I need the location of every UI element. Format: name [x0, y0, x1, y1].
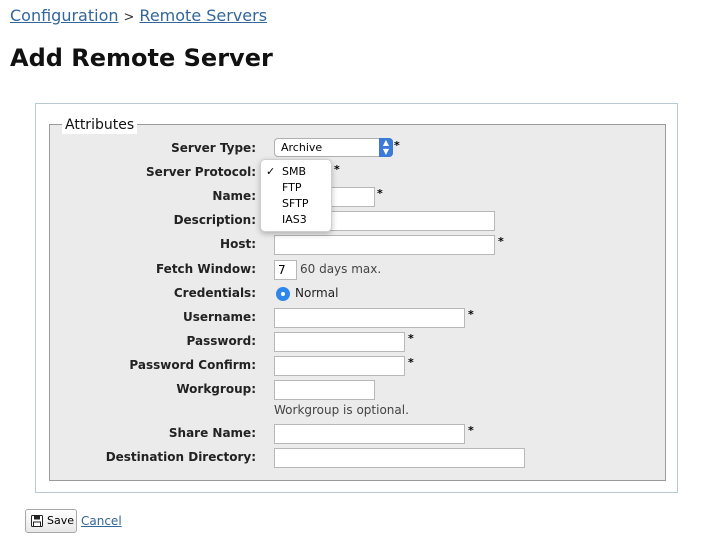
destination-directory-label: Destination Directory: — [105, 450, 256, 464]
menu-item-label: SFTP — [282, 197, 309, 210]
form-container: Attributes Server Type: Archive ▲ ▼ * Ser… — [35, 103, 678, 493]
name-label: Name: — [212, 189, 256, 203]
required-marker: * — [468, 308, 474, 321]
username-label: Username: — [182, 310, 256, 324]
floppy-disk-icon — [31, 515, 43, 527]
checkmark-icon: ✓ — [266, 165, 276, 178]
server-type-select[interactable]: Archive ▲ ▼ — [274, 138, 393, 157]
save-button[interactable]: Save — [25, 509, 77, 533]
breadcrumb-configuration-link[interactable]: Configuration — [10, 6, 119, 25]
page-title: Add Remote Server — [10, 44, 273, 72]
menu-item-label: SMB — [282, 165, 307, 178]
menu-item-label: FTP — [282, 181, 302, 194]
required-marker: * — [408, 332, 414, 345]
menu-item-label: IAS3 — [282, 213, 307, 226]
credentials-normal-radio[interactable] — [276, 287, 290, 301]
host-label: Host: — [220, 237, 256, 251]
breadcrumb-separator: > — [123, 10, 135, 25]
share-name-input[interactable] — [274, 424, 465, 444]
credentials-label: Credentials: — [173, 286, 256, 300]
password-confirm-label: Password Confirm: — [129, 358, 256, 372]
share-name-label: Share Name: — [168, 426, 256, 440]
credentials-normal-label: Normal — [295, 286, 339, 300]
menu-item-sftp[interactable]: SFTP — [261, 196, 331, 212]
fieldset-legend: Attributes — [62, 116, 138, 134]
fetch-window-input[interactable] — [274, 260, 297, 280]
host-input[interactable] — [274, 235, 495, 255]
menu-item-ias3[interactable]: IAS3 — [261, 212, 331, 228]
fetch-window-label: Fetch Window: — [155, 262, 256, 276]
workgroup-label: Workgroup: — [176, 382, 256, 396]
select-arrows-icon: ▲ ▼ — [379, 138, 393, 157]
required-marker: * — [498, 235, 504, 248]
password-label: Password: — [186, 334, 257, 348]
workgroup-hint: Workgroup is optional. — [274, 403, 409, 417]
menu-item-smb[interactable]: ✓ SMB — [261, 164, 331, 180]
required-marker: * — [377, 187, 383, 200]
server-protocol-dropdown-menu: ✓ SMB FTP SFTP IAS3 — [260, 159, 332, 232]
save-button-label: Save — [47, 514, 75, 527]
server-type-value: Archive — [281, 141, 323, 154]
required-marker: * — [394, 139, 400, 152]
password-confirm-input[interactable] — [274, 356, 405, 376]
required-marker: * — [408, 356, 414, 369]
description-label: Description: — [173, 213, 256, 227]
destination-directory-input[interactable] — [274, 448, 525, 468]
menu-item-ftp[interactable]: FTP — [261, 180, 331, 196]
username-input[interactable] — [274, 308, 465, 328]
required-marker: * — [468, 424, 474, 437]
breadcrumb: Configuration > Remote Servers — [10, 6, 267, 25]
cancel-link[interactable]: Cancel — [81, 514, 122, 528]
workgroup-input[interactable] — [274, 380, 375, 400]
password-input[interactable] — [274, 332, 405, 352]
attributes-fieldset: Attributes Server Type: Archive ▲ ▼ * Ser… — [49, 116, 666, 481]
server-type-label: Server Type: — [171, 141, 256, 155]
fetch-window-hint: 60 days max. — [300, 262, 382, 276]
required-marker: * — [334, 163, 340, 176]
server-protocol-label: Server Protocol: — [146, 165, 256, 179]
breadcrumb-remote-servers-link[interactable]: Remote Servers — [139, 6, 267, 25]
